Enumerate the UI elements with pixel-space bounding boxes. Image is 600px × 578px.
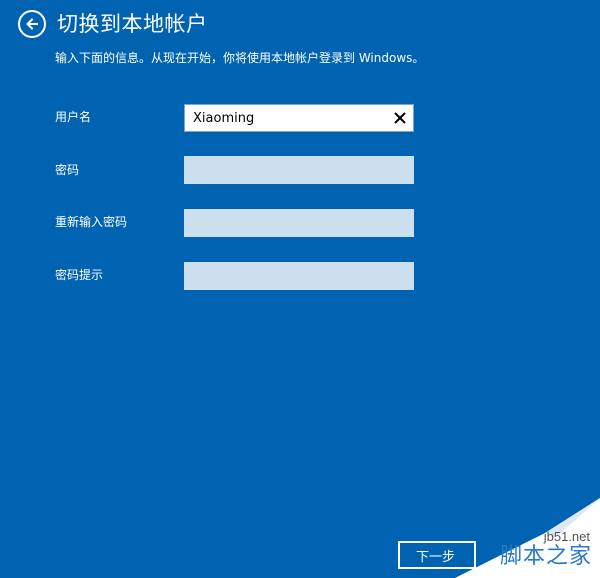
back-button[interactable] (18, 10, 46, 38)
clear-username-button[interactable] (393, 111, 407, 125)
next-button-label: 下一步 (416, 549, 456, 565)
password-hint-input[interactable] (184, 262, 414, 290)
password-label: 密码 (55, 163, 80, 177)
watermark: jb51.net 脚本之家 (455, 498, 600, 578)
page-subtitle: 输入下面的信息。从现在开始，你将使用本地帐户登录到 Windows。 (55, 51, 425, 65)
watermark-name: 脚本之家 (499, 544, 592, 569)
close-icon (394, 112, 406, 124)
confirm-password-label: 重新输入密码 (55, 215, 128, 229)
switch-account-window: 切换到本地帐户 输入下面的信息。从现在开始，你将使用本地帐户登录到 Window… (0, 0, 600, 578)
password-hint-label: 密码提示 (55, 268, 104, 282)
confirm-password-input[interactable] (184, 209, 414, 237)
username-input[interactable]: Xiaoming (184, 104, 414, 132)
username-label: 用户名 (55, 110, 92, 124)
back-arrow-icon (26, 18, 38, 30)
page-title: 切换到本地帐户 (57, 11, 208, 36)
username-value: Xiaoming (193, 110, 255, 126)
password-input[interactable] (184, 156, 414, 184)
header: 切换到本地帐户 (18, 10, 208, 38)
